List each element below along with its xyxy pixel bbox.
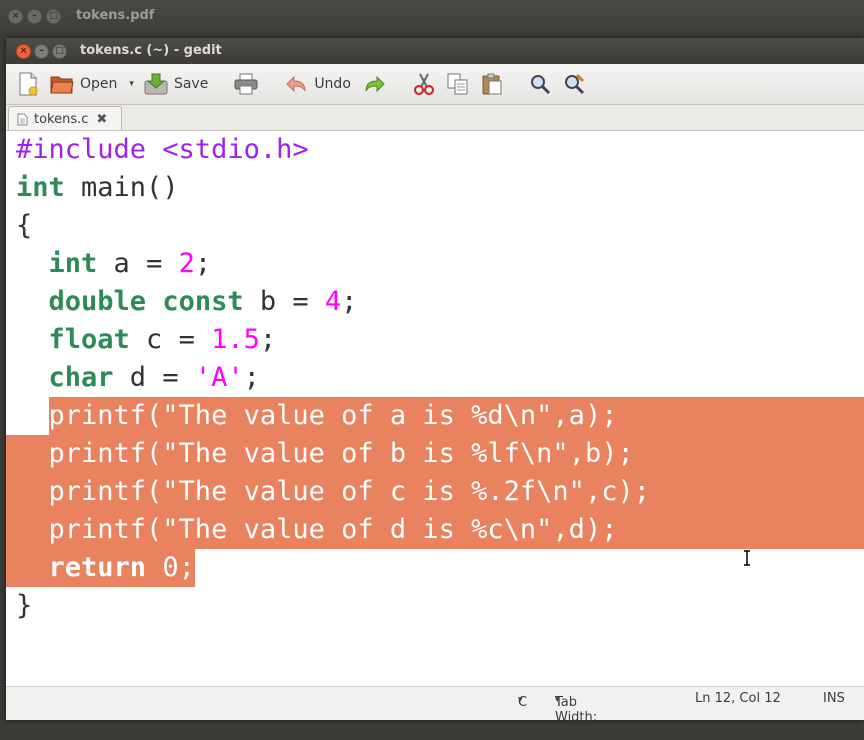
code-line[interactable]: printf("The value of d is %c\n",d); [6,511,864,549]
maximize-button[interactable]: □ [52,44,67,59]
code-text: { [16,210,33,241]
text-document-icon [17,113,28,126]
bg-minimize-button[interactable]: – [27,9,42,24]
copy-icon [447,73,468,95]
tab-bar: tokens.c ✖ [6,105,864,132]
code-line[interactable]: double const b = 4; [6,283,640,321]
new-button[interactable] [12,67,44,101]
code-text: printf("The value of c is %.2f\n",c); [16,476,650,507]
tab-width-selector[interactable]: Tab Width: 8 ▾ [555,691,597,740]
code-text: double const b = 4; [48,286,358,317]
paste-clipboard-icon [482,73,502,95]
save-label: Save [173,76,209,92]
insert-mode: INS [823,691,845,706]
save-button[interactable]: Save [138,67,214,101]
open-recent-dropdown[interactable]: ▾ [123,67,138,101]
minimize-button[interactable]: – [34,44,49,59]
text-editor[interactable]: #include <stdio.h> int main() { int a = 2;… [6,130,864,687]
background-window-title: tokens.pdf [76,8,155,23]
tab-close-icon[interactable]: ✖ [96,112,107,127]
find-replace-icon [564,73,584,95]
window-buttons: × – □ [16,44,67,59]
cursor-position: Ln 12, Col 12 [695,691,781,706]
window-title: tokens.c (~) - gedit [80,43,222,58]
code-line[interactable]: } [6,587,640,625]
gedit-window: × – □ tokens.c (~) - gedit Open ▾ Save U… [6,38,864,740]
printer-icon [234,73,258,95]
code-line[interactable]: return 0; [6,549,640,587]
code-line[interactable]: int main() [6,169,640,207]
tab-tokens-c[interactable]: tokens.c ✖ [8,106,122,132]
background-window: × – □ tokens.pdf [0,0,864,40]
code-line[interactable]: printf("The value of b is %lf\n",b); [6,435,864,473]
bg-maximize-button[interactable]: □ [46,9,61,24]
background-window-buttons: × – □ [8,9,61,24]
paste-button[interactable] [475,67,509,101]
find-replace-button[interactable] [557,67,591,101]
code-line[interactable]: #include <stdio.h> [6,131,640,169]
toolbar: Open ▾ Save Undo [6,64,864,105]
bg-close-button[interactable]: × [8,9,23,24]
search-icon [530,75,550,95]
find-button[interactable] [523,67,557,101]
code-text: int a = 2; [48,248,212,279]
close-button[interactable]: × [16,44,31,59]
status-bar: C ▾ Tab Width: 8 ▾ Ln 12, Col 12 INS [6,686,864,740]
redo-button[interactable] [357,67,393,101]
language-selector[interactable]: C ▾ [518,691,527,710]
code-text: char d = 'A'; [48,362,260,393]
undo-button[interactable]: Undo [278,67,357,101]
title-bar[interactable]: × – □ tokens.c (~) - gedit [6,38,864,64]
save-icon [144,73,168,95]
print-button[interactable] [228,67,264,101]
undo-label: Undo [314,76,351,92]
code-text: int main() [16,172,179,203]
code-line[interactable]: float c = 1.5; [6,321,640,359]
undo-arrow-icon [286,75,306,93]
code-text: printf("The value of a is %d\n",a); [16,400,618,431]
code-line[interactable]: { [6,207,640,245]
scissors-icon [413,73,434,95]
code-line[interactable]: char d = 'A'; [6,359,640,397]
code-text: } [16,590,33,621]
code-text: return 0; [48,552,195,583]
copy-button[interactable] [441,67,475,101]
code-view[interactable]: #include <stdio.h> int main() { int a = 2;… [6,131,864,625]
open-button[interactable]: Open [44,67,123,101]
cut-button[interactable] [407,67,441,101]
folder-open-icon [50,76,74,94]
dropdown-arrow-icon: ▾ [129,79,134,89]
tab-label: tokens.c [34,112,89,127]
code-text: float c = 1.5; [48,324,277,355]
open-label: Open [80,76,118,92]
code-line[interactable]: printf("The value of c is %.2f\n",c); [6,473,864,511]
code-line[interactable]: int a = 2; [6,245,640,283]
new-document-icon [19,72,38,96]
redo-arrow-icon [365,75,385,93]
code-text: #include <stdio.h> [16,134,309,165]
text-cursor-icon [744,550,750,566]
code-line[interactable]: printf("The value of a is %d\n",a); [6,397,864,435]
code-text: printf("The value of b is %lf\n",b); [16,438,634,469]
code-text: printf("The value of d is %c\n",d); [16,514,618,545]
